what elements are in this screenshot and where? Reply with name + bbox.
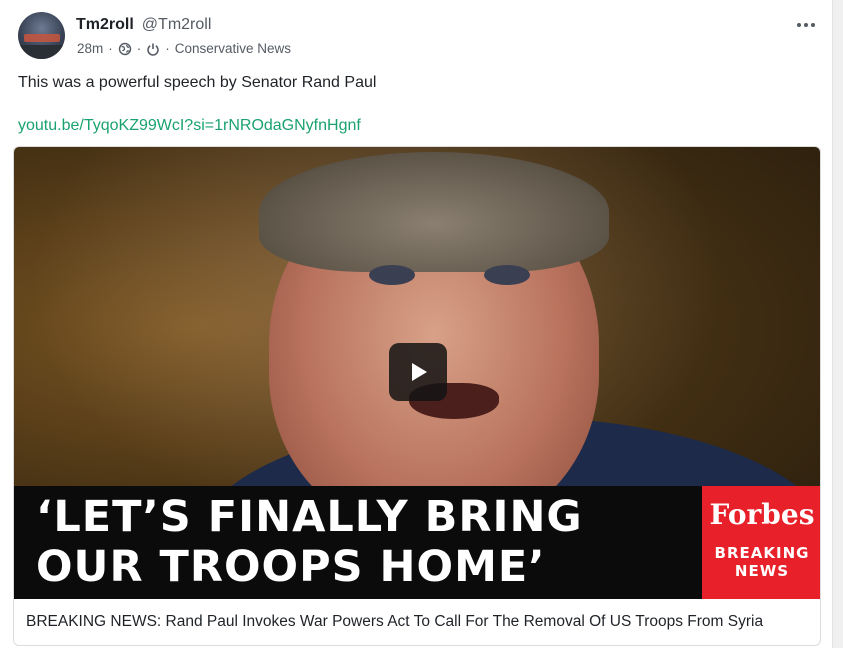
- video-thumbnail[interactable]: ‘LET’S FINALLY BRING OUR TROOPS HOME’ Fo…: [14, 147, 820, 599]
- thumbnail-eye: [369, 265, 415, 285]
- post-meta: 28m · · · Conservative News: [77, 41, 291, 56]
- avatar-detail: [24, 34, 60, 42]
- post-link[interactable]: youtu.be/TyqoKZ99WcI?si=1rNROdaGNyfnHgnf: [18, 117, 361, 135]
- meta-separator: ·: [136, 41, 142, 56]
- globe-icon: [118, 42, 132, 56]
- more-options-icon: [797, 23, 801, 27]
- post-body: This was a powerful speech by Senator Ra…: [18, 74, 377, 91]
- more-options-button[interactable]: [793, 14, 819, 36]
- author-name[interactable]: Tm2roll: [76, 16, 134, 34]
- play-button[interactable]: [389, 343, 447, 401]
- link-preview[interactable]: ‘LET’S FINALLY BRING OUR TROOPS HOME’ Fo…: [13, 146, 821, 646]
- right-gutter: [833, 0, 843, 648]
- avatar-ground: [18, 45, 65, 59]
- meta-separator: ·: [108, 41, 113, 56]
- post-card: Tm2roll @Tm2roll 28m · · · Conservative …: [0, 0, 833, 648]
- brand-tag: BREAKING NEWS: [714, 544, 810, 580]
- thumbnail-headline: ‘LET’S FINALLY BRING OUR TROOPS HOME’: [36, 492, 696, 592]
- headline-line-1: ‘LET’S FINALLY BRING: [36, 492, 583, 542]
- headline-line-2: OUR TROOPS HOME’: [36, 542, 546, 592]
- avatar[interactable]: [18, 12, 65, 59]
- thumbnail-hair: [259, 152, 609, 272]
- thumbnail-eye: [484, 265, 530, 285]
- brand-logo: Forbes BREAKING NEWS: [702, 486, 820, 599]
- play-icon: [412, 363, 427, 381]
- preview-caption[interactable]: BREAKING NEWS: Rand Paul Invokes War Pow…: [26, 613, 763, 631]
- author-handle[interactable]: @Tm2roll: [142, 16, 212, 34]
- brand-name: Forbes: [709, 498, 815, 531]
- post-time[interactable]: 28m: [77, 41, 103, 56]
- power-icon: [146, 42, 160, 56]
- meta-separator: ·: [165, 41, 170, 56]
- more-options-icon: [804, 23, 808, 27]
- community-link[interactable]: Conservative News: [175, 41, 291, 56]
- author-row: Tm2roll @Tm2roll: [76, 16, 211, 34]
- more-options-icon: [811, 23, 815, 27]
